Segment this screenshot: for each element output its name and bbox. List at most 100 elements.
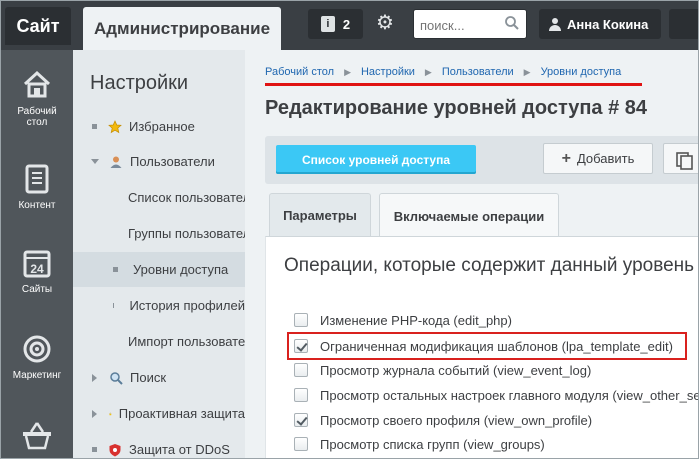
sidebar-item-user-groups[interactable]: Группы пользователей: [73, 216, 245, 251]
checkbox[interactable]: [294, 413, 308, 427]
checkbox[interactable]: [294, 313, 308, 327]
notifications-button[interactable]: i 2: [308, 9, 363, 39]
basket-icon: [23, 422, 51, 450]
chevron-right-icon: [92, 409, 97, 418]
nav-item-shop[interactable]: [1, 418, 73, 456]
star-icon: [108, 119, 122, 133]
nav-item-sites[interactable]: 24 Сайты: [1, 246, 73, 295]
sidebar-item-label: Поиск: [130, 370, 167, 385]
nav-label: Маркетинг: [12, 370, 62, 381]
nav-item-desktop[interactable]: Рабочий стол: [1, 68, 73, 128]
main-content: Рабочий стол ▶ Настройки ▶ Пользователи …: [245, 50, 699, 458]
bullet-icon: [113, 267, 118, 272]
add-button[interactable]: + Добавить: [543, 143, 653, 174]
sidebar-item-access-levels[interactable]: Уровни доступа: [73, 252, 245, 287]
settings-sidebar: Настройки Избранное Пользователи Список …: [73, 50, 245, 458]
sidebar-item-label: Пользователи: [130, 154, 215, 169]
sidebar-item-user-import[interactable]: Импорт пользователей: [73, 324, 245, 359]
notification-icon: i: [320, 16, 335, 32]
nav-label: стол: [26, 117, 48, 128]
sidebar-item-profile-history[interactable]: История профилей: [73, 288, 245, 323]
checkbox[interactable]: [294, 363, 308, 377]
target-icon: [23, 335, 51, 363]
nav-item-marketing[interactable]: Маркетинг: [1, 332, 73, 381]
add-button-label: Добавить: [576, 151, 635, 166]
app-window: Сайт Администрирование i 2 ⚙ Анна Кокина: [0, 0, 699, 459]
user-icon: [110, 156, 122, 168]
chevron-right-icon: [92, 373, 97, 382]
operation-row[interactable]: Просмотр списка групп (view_groups): [294, 433, 545, 455]
more-button[interactable]: [669, 9, 698, 39]
copy-icon: [676, 152, 693, 170]
home-icon: [23, 70, 51, 98]
tab-parameters[interactable]: Параметры: [269, 193, 371, 237]
lock-icon: [109, 412, 112, 415]
access-level-list-button[interactable]: Список уровней доступа: [276, 145, 476, 174]
sidebar-item-proactive[interactable]: Проактивная защита: [73, 396, 245, 431]
breadcrumb-separator-icon: ▶: [424, 67, 432, 77]
shield-icon: [109, 443, 121, 456]
search-input[interactable]: [420, 16, 504, 34]
top-bar: Сайт Администрирование i 2 ⚙ Анна Кокина: [1, 1, 698, 50]
search-box[interactable]: [413, 9, 527, 39]
sidebar-item-label: Список пользователей: [128, 190, 245, 205]
site-button[interactable]: Сайт: [5, 7, 71, 45]
operation-label: Просмотр своего профиля (view_own_profil…: [320, 412, 593, 428]
operation-row[interactable]: Изменение PHP-кода (edit_php): [294, 309, 512, 331]
bullet-icon: [92, 124, 97, 129]
nav-label: Сайты: [21, 284, 53, 295]
operation-row[interactable]: Просмотр остальных настроек главного мод…: [294, 384, 699, 406]
page-title: Редактирование уровней доступа # 84: [265, 97, 648, 119]
sidebar-item-search[interactable]: Поиск: [73, 360, 245, 395]
sidebar-item-favorites[interactable]: Избранное: [73, 109, 245, 144]
user-icon: [549, 17, 561, 31]
sidebar-item-label: Защита от DDoS: [129, 442, 230, 457]
operation-label: Просмотр остальных настроек главного мод…: [320, 387, 699, 403]
search-icon[interactable]: [504, 15, 520, 31]
operations-panel: Операции, которые содержит данный уровен…: [265, 236, 699, 458]
left-nav: Рабочий стол Контент 24 Сайты Маркетинг: [1, 50, 73, 458]
breadcrumb-link[interactable]: Настройки: [361, 66, 415, 79]
copy-button[interactable]: [663, 143, 698, 174]
operation-row[interactable]: Просмотр своего профиля (view_own_profil…: [294, 409, 592, 431]
sidebar-title: Настройки: [90, 72, 189, 94]
breadcrumb-separator-icon: ▶: [523, 67, 531, 77]
bullet-icon: [113, 303, 115, 308]
breadcrumb-highlight-underline: [265, 83, 642, 86]
sidebar-item-label: Группы пользователей: [128, 226, 245, 241]
sidebar-item-label: История профилей: [129, 298, 245, 313]
nav-label: Рабочий: [17, 106, 57, 117]
operation-label: Изменение PHP-кода (edit_php): [320, 312, 512, 328]
operation-label: Просмотр журнала событий (view_event_log…: [320, 362, 592, 378]
breadcrumb-link[interactable]: Уровни доступа: [541, 66, 622, 79]
checkbox[interactable]: [294, 388, 308, 402]
nav-item-content[interactable]: Контент: [1, 162, 73, 211]
svg-text:24: 24: [30, 262, 44, 276]
calendar-icon: 24: [23, 250, 51, 278]
breadcrumb-link[interactable]: Пользователи: [442, 66, 514, 79]
tab-included-operations[interactable]: Включаемые операции: [379, 193, 559, 238]
chevron-down-icon: [91, 159, 99, 164]
operation-row[interactable]: Просмотр журнала событий (view_event_log…: [294, 359, 591, 381]
breadcrumb-link[interactable]: Рабочий стол: [265, 66, 334, 79]
checkbox[interactable]: [294, 437, 308, 451]
nav-label: Контент: [18, 200, 56, 211]
admin-tab[interactable]: Администрирование: [83, 7, 281, 50]
plus-icon: +: [561, 149, 571, 167]
user-name: Анна Кокина: [567, 16, 649, 32]
sidebar-item-label: Импорт пользователей: [128, 334, 245, 349]
sidebar-item-label: Уровни доступа: [133, 262, 229, 277]
sidebar-item-ddos[interactable]: Защита от DDoS: [73, 432, 245, 458]
toolbar: Список уровней доступа + Добавить: [265, 136, 698, 184]
sidebar-item-label: Избранное: [129, 119, 195, 134]
breadcrumb: Рабочий стол ▶ Настройки ▶ Пользователи …: [265, 66, 621, 79]
search-icon: [110, 371, 123, 385]
operation-label: Просмотр списка групп (view_groups): [320, 436, 545, 452]
sidebar-item-label: Проактивная защита: [118, 406, 245, 421]
sidebar-item-users[interactable]: Пользователи: [73, 144, 245, 179]
document-icon: [25, 164, 49, 194]
gear-icon[interactable]: ⚙: [373, 11, 397, 35]
breadcrumb-separator-icon: ▶: [344, 67, 351, 77]
sidebar-item-user-list[interactable]: Список пользователей: [73, 180, 245, 215]
user-menu-button[interactable]: Анна Кокина: [539, 9, 661, 39]
